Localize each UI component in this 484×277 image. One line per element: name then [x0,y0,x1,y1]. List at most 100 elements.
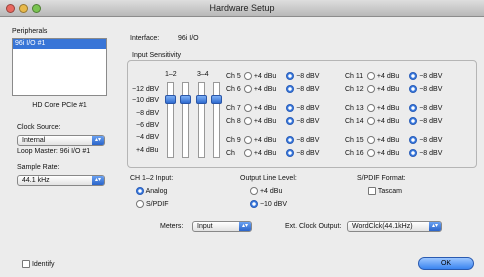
radio-label: +4 dBu [253,73,277,80]
channel-label: Ch 7 [226,105,241,112]
clock-source-popup[interactable]: Internal ▴▾ [17,135,105,146]
radio-analog[interactable] [136,187,144,195]
tascam-option: Tascam [368,187,402,195]
scale-label: −6 dBV [136,122,160,129]
fader-track[interactable] [198,82,205,158]
radio-plus4[interactable] [243,72,252,81]
channel-row: Ch 6 +4 dBu −8 dBV [226,84,319,96]
ext-clock-value: WordClck(44.1kHz) [352,223,413,230]
channel-row: Ch 11 +4 dBu −8 dBV [345,71,442,83]
radio-minus8[interactable] [286,72,295,81]
popup-arrows-icon: ▴▾ [92,136,104,145]
clock-source-value: Internal [22,137,46,144]
radio-plus4[interactable] [366,136,375,145]
channel-row: Ch 15 +4 dBu −8 dBV [345,135,442,147]
window-title: Hardware Setup [209,3,275,13]
radio-minus8[interactable] [409,85,418,94]
fader-track[interactable] [213,82,220,158]
tascam-checkbox[interactable] [368,187,376,195]
channel-row: Ch 16 +4 dBu −8 dBV [345,148,442,160]
radio-minus8[interactable] [286,85,295,94]
output-level-option: −10 dBV [250,200,287,208]
channel-label: Ch 12 [345,86,364,93]
peripherals-label: Peripherals [12,28,48,35]
radio-plus4[interactable] [366,85,375,94]
radio-label: +4 dBu [376,73,400,80]
radio-plus4[interactable] [243,104,252,113]
fader-track[interactable] [167,82,174,158]
radio-minus8[interactable] [286,104,295,113]
channel-label: Ch [226,150,235,157]
radio-plus4[interactable] [243,149,252,158]
peripherals-list[interactable]: 96i I/O #1 [12,38,107,96]
radio-plus4dbu[interactable] [250,187,258,195]
radio-label: −8 dBV [296,137,320,144]
radio-label: +4 dBu [253,105,277,112]
radio-minus8[interactable] [409,117,418,126]
channel-row: Ch 9 +4 dBu −8 dBV [226,135,319,147]
channel-label: Ch 6 [226,86,241,93]
radio-label: −8 dBV [419,105,443,112]
radio-label: +4 dBu [253,86,277,93]
radio-label: +4 dBu [259,187,283,195]
radio-label: +4 dBu [376,118,400,125]
interface-value: 96i I/O [178,35,199,42]
fader-knob[interactable] [180,95,191,104]
identify-checkbox[interactable] [22,260,30,268]
checkbox-label: Tascam [377,187,402,195]
radio-label: +4 dBu [253,150,277,157]
radio-label: −8 dBV [419,150,443,157]
radio-label: −8 dBV [296,118,320,125]
fader-track[interactable] [182,82,189,158]
fader-knob[interactable] [165,95,176,104]
radio-label: +4 dBu [376,150,400,157]
radio-minus8[interactable] [286,136,295,145]
radio-label: +4 dBu [253,118,277,125]
radio-label: −8 dBV [296,105,320,112]
radio-plus4[interactable] [366,117,375,126]
popup-arrows-icon: ▴▾ [92,176,104,185]
ext-clock-label: Ext. Clock Output: [285,223,342,230]
radio-minus8[interactable] [409,149,418,158]
fader-knob[interactable] [196,95,207,104]
loop-master-text: Loop Master: 96i I/O #1 [17,148,91,155]
radio-minus8[interactable] [409,136,418,145]
scale-label: +4 dBu [136,147,159,154]
radio-minus8[interactable] [286,117,295,126]
channel-label: Ch 9 [226,137,241,144]
interface-label: Interface: [130,35,160,42]
radio-plus4[interactable] [366,104,375,113]
radio-plus4[interactable] [243,136,252,145]
scale-label: −4 dBV [136,134,160,141]
input-sensitivity-label: Input Sensitivity [132,52,182,59]
peripheral-item[interactable]: 96i I/O #1 [13,39,106,49]
ch12-input-option: Analog [136,187,167,195]
radio-label: S/PDIF [145,200,169,208]
radio-plus4[interactable] [366,149,375,158]
sample-rate-popup[interactable]: 44.1 kHz ▴▾ [17,175,105,186]
fader-knob[interactable] [211,95,222,104]
radio-plus4[interactable] [366,72,375,81]
channel-label: Ch 14 [345,118,364,125]
ok-button[interactable]: OK [418,257,474,270]
ext-clock-popup[interactable]: WordClck(44.1kHz) ▴▾ [347,221,442,232]
radio-spdif[interactable] [136,200,144,208]
radio-minus8[interactable] [286,149,295,158]
radio-minus8[interactable] [409,104,418,113]
radio-plus4[interactable] [243,85,252,94]
popup-arrows-icon: ▴▾ [239,222,251,231]
channel-label: Ch 16 [345,150,364,157]
meters-popup[interactable]: Input ▴▾ [192,221,252,232]
ch12-input-label: CH 1–2 Input: [130,175,174,182]
radio-minus10dbv[interactable] [250,200,258,208]
fader-header-1-2: 1–2 [165,71,177,78]
fader-header-3-4: 3–4 [197,71,209,78]
radio-label: −8 dBV [419,73,443,80]
radio-plus4[interactable] [243,117,252,126]
title-bar: Hardware Setup [0,0,484,17]
channel-row: Ch 13 +4 dBu −8 dBV [345,103,442,115]
channel-label: Ch 13 [345,105,364,112]
radio-minus8[interactable] [409,72,418,81]
sample-rate-value: 44.1 kHz [22,177,50,184]
channel-row: Ch +4 dBu −8 dBV [226,148,319,160]
